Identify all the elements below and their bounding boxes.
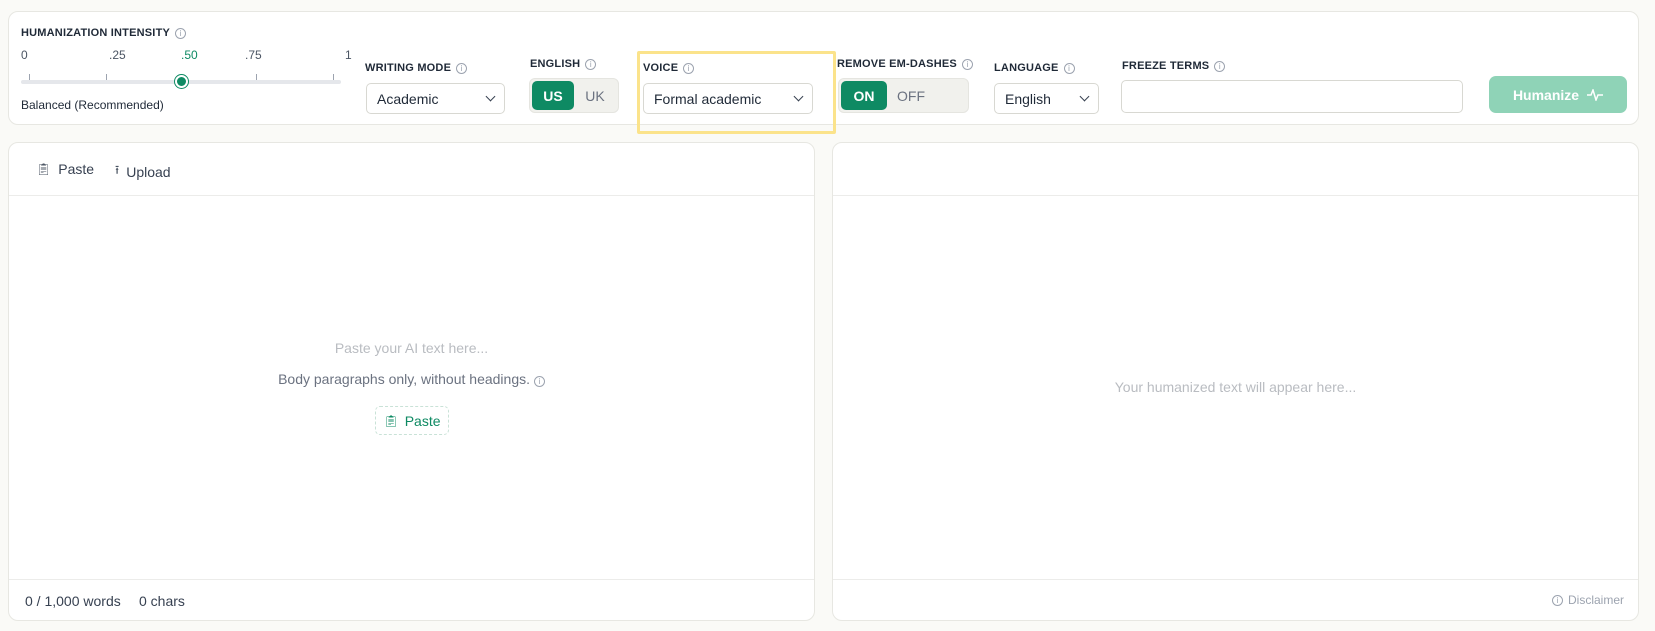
voice-highlight xyxy=(637,51,836,134)
info-icon[interactable]: i xyxy=(961,58,973,70)
freeze-terms-input[interactable] xyxy=(1121,80,1463,113)
english-label: ENGLISH i xyxy=(530,58,597,70)
info-icon[interactable]: i xyxy=(533,376,545,387)
settings-toolbar: HUMANIZATION INTENSITY i 0 .25 .50 .75 1… xyxy=(8,11,1639,134)
intensity-label: HUMANIZATION INTENSITY i xyxy=(21,27,187,39)
info-icon[interactable]: i xyxy=(1063,62,1075,74)
chevron-down-icon xyxy=(1079,91,1090,102)
output-panel: Your humanized text will appear here... … xyxy=(832,142,1639,621)
input-panel: 📋︎ Paste ⭱ Upload Paste your AI text her… xyxy=(8,142,815,621)
writing-mode-label: WRITING MODE i xyxy=(365,62,468,74)
slider-mark xyxy=(333,74,334,80)
writing-mode-select[interactable]: Academic xyxy=(366,83,505,114)
language-label: LANGUAGE i xyxy=(994,62,1075,74)
char-count: 0 chars xyxy=(139,593,185,609)
english-uk-button[interactable]: UK xyxy=(574,81,616,110)
input-panel-footer: 0 / 1,000 words 0 chars xyxy=(9,579,814,620)
tick-label: 0 xyxy=(21,48,28,62)
english-toggle: US UK xyxy=(529,78,619,113)
info-icon[interactable]: i xyxy=(456,62,468,74)
info-icon[interactable]: i xyxy=(585,58,597,70)
upload-icon: ⭱ xyxy=(115,163,120,177)
tick-label: .50 xyxy=(181,48,198,62)
input-hint: Body paragraphs only, without headings. … xyxy=(9,371,814,387)
slider-mark xyxy=(29,74,30,80)
intensity-ticks: 0 .25 .50 .75 1 xyxy=(21,48,352,62)
em-dashes-label: REMOVE EM-DASHES i xyxy=(837,58,973,70)
tick-label: 1 xyxy=(345,48,352,62)
chevron-down-icon xyxy=(485,91,496,102)
info-icon[interactable]: i xyxy=(1214,60,1226,72)
output-placeholder: Your humanized text will appear here... xyxy=(1114,379,1357,395)
upload-button[interactable]: ⭱ Upload xyxy=(115,161,171,182)
em-dashes-toggle: ON OFF xyxy=(838,78,969,113)
pulse-icon xyxy=(1587,88,1604,101)
clipboard-icon: 📋︎ xyxy=(36,162,52,176)
intensity-slider[interactable] xyxy=(21,74,341,88)
em-dashes-off-button[interactable]: OFF xyxy=(887,81,935,110)
freeze-terms-label: FREEZE TERMS i xyxy=(1122,60,1226,72)
input-panel-header: 📋︎ Paste ⭱ Upload xyxy=(9,143,814,196)
em-dashes-on-button[interactable]: ON xyxy=(841,81,887,110)
output-panel-footer: i Disclaimer xyxy=(833,579,1638,620)
disclaimer-link[interactable]: i Disclaimer xyxy=(1551,593,1624,607)
slider-thumb[interactable] xyxy=(174,75,188,88)
clipboard-icon: 📋︎ xyxy=(383,413,399,428)
slider-mark xyxy=(256,74,257,80)
slider-mark xyxy=(106,74,107,80)
output-panel-header xyxy=(833,143,1638,196)
humanize-button[interactable]: Humanize xyxy=(1489,76,1627,113)
paste-button[interactable]: 📋︎ Paste xyxy=(36,161,94,177)
paste-chip-button[interactable]: 📋︎ Paste xyxy=(375,406,449,435)
input-placeholder[interactable]: Paste your AI text here... xyxy=(9,340,814,356)
info-icon[interactable]: i xyxy=(175,27,187,39)
english-us-button[interactable]: US xyxy=(532,81,574,110)
intensity-note: Balanced (Recommended) xyxy=(21,98,164,112)
tick-label: .25 xyxy=(109,48,126,62)
info-icon: i xyxy=(1551,594,1563,606)
language-select[interactable]: English xyxy=(994,83,1099,114)
word-count: 0 / 1,000 words xyxy=(25,593,121,609)
tick-label: .75 xyxy=(245,48,262,62)
